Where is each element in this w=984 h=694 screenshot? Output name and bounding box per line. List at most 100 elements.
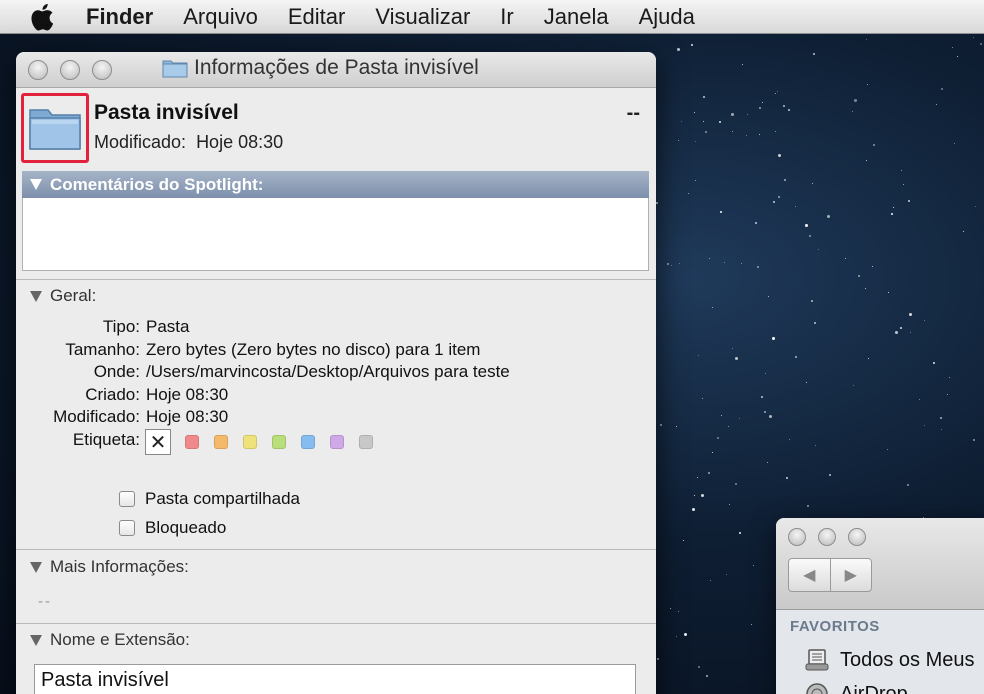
menu-ajuda[interactable]: Ajuda <box>639 0 695 34</box>
label-swatch-orange[interactable] <box>214 435 228 449</box>
property-label: Tamanho: <box>65 339 140 359</box>
star <box>868 358 870 360</box>
property-label: Tipo: <box>102 317 140 336</box>
name-extension-header-label: Nome e Extensão: <box>50 630 190 649</box>
star <box>750 623 752 625</box>
star <box>818 248 820 250</box>
menu-visualizar[interactable]: Visualizar <box>375 0 470 34</box>
menu-janela[interactable]: Janela <box>544 0 609 34</box>
star <box>940 87 943 90</box>
back-forward-control: ◀ ▶ <box>788 558 872 592</box>
star <box>815 445 817 447</box>
star <box>717 437 720 440</box>
back-button[interactable]: ◀ <box>789 559 830 591</box>
menu-editar[interactable]: Editar <box>288 0 345 34</box>
disclosure-triangle-icon <box>30 290 42 302</box>
star <box>893 207 895 209</box>
zoom-button[interactable] <box>848 528 866 546</box>
star <box>858 274 861 277</box>
property-label: Onde: <box>93 362 140 382</box>
star <box>707 472 710 475</box>
star <box>786 476 789 479</box>
zoom-button[interactable] <box>92 60 112 80</box>
property-value: Zero bytes (Zero bytes no disco) para 1 … <box>146 339 481 359</box>
close-button[interactable] <box>28 60 48 80</box>
star <box>681 120 682 122</box>
locked-checkbox[interactable] <box>119 519 135 536</box>
locked-option[interactable]: Bloqueado <box>119 513 300 542</box>
minimize-button[interactable] <box>60 60 80 80</box>
property-row: Tamanho: Zero bytes (Zero bytes no disco)… <box>16 339 656 362</box>
menu-arquivo[interactable]: Arquivo <box>183 0 258 34</box>
folder-icon-preview[interactable] <box>21 93 89 163</box>
star <box>735 482 738 485</box>
close-button[interactable] <box>788 528 806 546</box>
star <box>947 394 949 396</box>
apple-menu-icon[interactable] <box>30 3 60 31</box>
star <box>765 372 767 374</box>
label-swatch-green[interactable] <box>272 435 286 449</box>
label-swatch-yellow[interactable] <box>243 435 257 449</box>
star <box>951 46 953 48</box>
general-header-label: Geral: <box>50 286 97 305</box>
star <box>974 206 976 208</box>
star <box>788 108 791 111</box>
spotlight-comments-field[interactable] <box>22 198 649 271</box>
menu-finder[interactable]: Finder <box>86 0 153 34</box>
sidebar-item-airdrop[interactable]: AirDrop <box>804 682 908 694</box>
name-extension-section-header[interactable]: Nome e Extensão: <box>30 630 190 650</box>
star <box>727 425 729 427</box>
star <box>767 461 769 463</box>
star <box>754 222 757 225</box>
airdrop-icon <box>806 683 828 694</box>
shared-folder-option[interactable]: Pasta compartilhada <box>119 484 300 513</box>
window-titlebar[interactable]: Informações de Pasta invisível <box>16 52 656 88</box>
star <box>656 202 659 205</box>
label-swatch-blue[interactable] <box>301 435 315 449</box>
star <box>711 452 713 454</box>
star <box>729 503 731 505</box>
star <box>723 261 725 263</box>
label-none-button[interactable]: ✕ <box>145 429 171 455</box>
star <box>940 417 943 420</box>
finder-window: ◀ ▶ FAVORITOS Todos os Meus AirDrop <box>776 518 984 694</box>
star <box>923 320 925 322</box>
star <box>903 184 905 186</box>
star <box>708 257 710 259</box>
star <box>691 507 695 511</box>
star <box>666 262 669 265</box>
minimize-button[interactable] <box>818 528 836 546</box>
folder-icon <box>162 60 188 78</box>
disclosure-triangle-icon <box>30 561 42 573</box>
sidebar-header-favoritos: FAVORITOS <box>790 618 880 635</box>
general-section-header[interactable]: Geral: <box>30 286 96 306</box>
label-swatch-purple[interactable] <box>330 435 344 449</box>
star <box>694 111 696 113</box>
property-label: Criado: <box>85 384 140 404</box>
menu-ir[interactable]: Ir <box>500 0 513 34</box>
star <box>697 477 699 479</box>
property-label: Etiqueta: <box>72 429 140 449</box>
label-swatch-gray[interactable] <box>359 435 373 449</box>
shared-folder-checkbox[interactable] <box>119 490 135 507</box>
star <box>827 215 831 219</box>
star <box>953 143 955 145</box>
disclosure-triangle-icon <box>30 179 42 190</box>
star <box>806 505 809 508</box>
property-row: Tipo: Pasta <box>16 316 656 339</box>
star <box>805 382 807 384</box>
modified-line: Modificado: Hoje 08:30 <box>94 132 283 153</box>
star <box>805 223 809 227</box>
sidebar-item-todos-os-meus[interactable]: Todos os Meus <box>804 648 975 672</box>
property-value: Hoje 08:30 <box>146 384 229 404</box>
label-swatch-red[interactable] <box>185 435 199 449</box>
star <box>865 39 867 41</box>
more-info-value: -- <box>38 593 52 610</box>
sidebar-item-label: Todos os Meus <box>840 648 975 671</box>
forward-button[interactable]: ▶ <box>829 559 872 591</box>
spotlight-comments-header[interactable]: Comentários do Spotlight: <box>22 171 649 198</box>
more-info-section-header[interactable]: Mais Informações: <box>30 557 189 577</box>
star <box>909 312 913 316</box>
star <box>768 414 772 418</box>
name-field[interactable]: Pasta invisível <box>34 664 636 694</box>
